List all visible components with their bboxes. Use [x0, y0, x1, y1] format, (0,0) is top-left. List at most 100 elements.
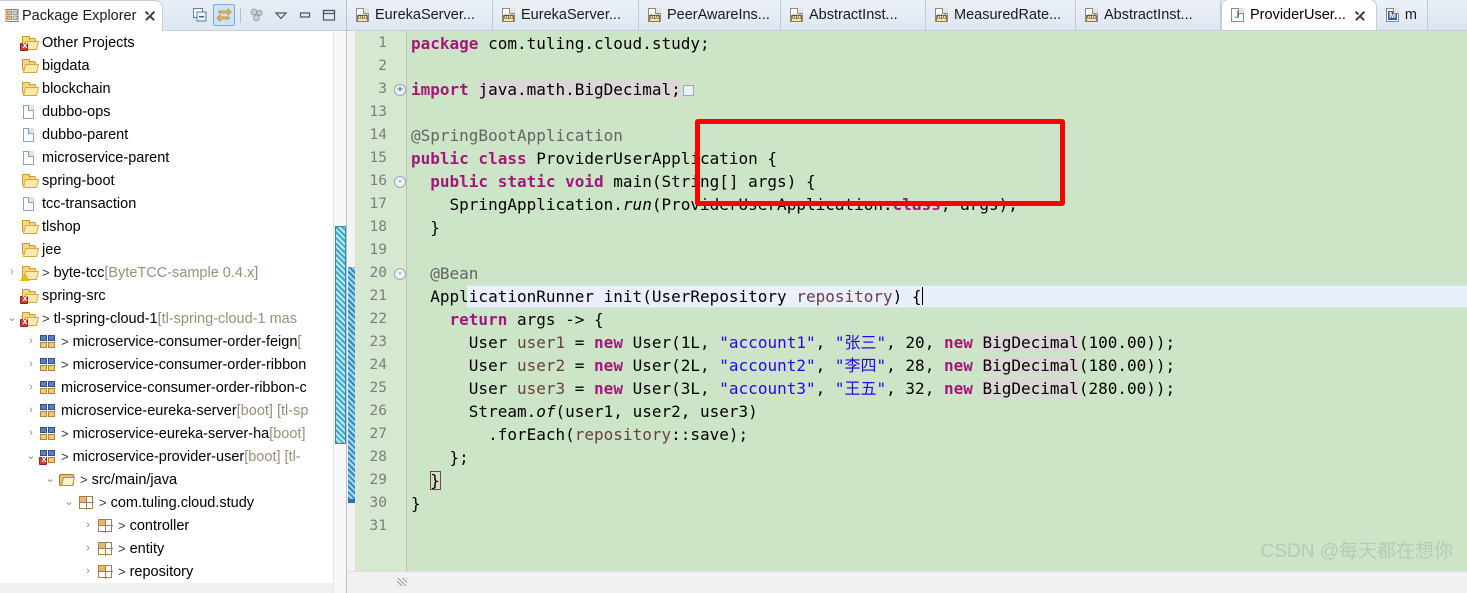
tree-item-spring-src[interactable]: spring-src: [0, 284, 346, 307]
tree-item-label: repository: [129, 563, 194, 580]
code-line[interactable]: User user1 = new User(1L, "account1", "张…: [411, 331, 1175, 354]
twisty-collapsed-icon[interactable]: ›: [80, 514, 96, 537]
code-line[interactable]: .forEach(repository::save);: [411, 423, 748, 446]
twisty-collapsed-icon[interactable]: [4, 77, 20, 100]
ms-project-icon: [39, 402, 57, 419]
twisty-collapsed-icon[interactable]: ›: [80, 537, 96, 560]
twisty-expanded-icon[interactable]: ⌄: [42, 468, 58, 491]
tree-item-tl-spring-cloud-1[interactable]: ⌄ >tl-spring-cloud-1 [tl-spring-cloud-1 m…: [0, 307, 346, 330]
tree-item-dubbo-parent[interactable]: dubbo-parent: [0, 123, 346, 146]
tree-item-byte-tcc[interactable]: › > byte-tcc [ByteTCC-sample 0.4.x]: [0, 261, 346, 284]
twisty-collapsed-icon[interactable]: ›: [23, 376, 39, 399]
tree-item-com-tuling-cloud-study[interactable]: ⌄ > com.tuling.cloud.study: [0, 491, 346, 514]
package-explorer-tree[interactable]: Other Projects bigdata blockchain dubbo-…: [0, 31, 346, 593]
tree-item-spring-boot[interactable]: spring-boot: [0, 169, 346, 192]
editor-tab-measuredrate--4[interactable]: 010 MeasuredRate...: [926, 0, 1076, 30]
focus-on-active-task-icon[interactable]: [246, 4, 268, 26]
tree-item-microservice-parent[interactable]: microservice-parent: [0, 146, 346, 169]
fold-collapse-icon[interactable]: -: [394, 268, 406, 280]
code-line[interactable]: public static void main(String[] args) {: [411, 170, 815, 193]
package-explorer-tab[interactable]: Package Explorer: [0, 0, 164, 31]
tree-item-microservice-eureka-server-ha[interactable]: › > microservice-eureka-server-ha [boot]: [0, 422, 346, 445]
tree-item-tcc-transaction[interactable]: tcc-transaction: [0, 192, 346, 215]
tree-item-blockchain[interactable]: blockchain: [0, 77, 346, 100]
explorer-vertical-scrollbar[interactable]: [333, 31, 346, 593]
collapse-all-icon[interactable]: [189, 4, 211, 26]
close-icon[interactable]: [143, 9, 156, 22]
tree-item-microservice-consumer-order-feign[interactable]: › > microservice-consumer-order-feign [: [0, 330, 346, 353]
twisty-collapsed-icon[interactable]: [4, 54, 20, 77]
editor-tab-abstractinst--5[interactable]: 010 AbstractInst...: [1076, 0, 1221, 30]
tree-item-entity[interactable]: › > entity: [0, 537, 346, 560]
twisty-collapsed-icon[interactable]: [4, 146, 20, 169]
twisty-collapsed-icon[interactable]: ›: [23, 399, 39, 422]
code-line[interactable]: package com.tuling.cloud.study;: [411, 32, 710, 55]
tree-item-jee[interactable]: jee: [0, 238, 346, 261]
editor-tab-m-7[interactable]: Mm: [1376, 0, 1428, 30]
collapsed-import-marker-icon[interactable]: [682, 85, 694, 96]
explorer-scrollbar-thumb[interactable]: [335, 226, 346, 444]
code-line[interactable]: @Bean: [411, 262, 478, 285]
fold-expand-icon[interactable]: +: [394, 84, 406, 96]
tree-item-bigdata[interactable]: bigdata: [0, 54, 346, 77]
twisty-collapsed-icon[interactable]: ›: [23, 422, 39, 445]
twisty-collapsed-icon[interactable]: [4, 169, 20, 192]
twisty-collapsed-icon[interactable]: [4, 192, 20, 215]
tree-item-tlshop[interactable]: tlshop: [0, 215, 346, 238]
code-line[interactable]: };: [411, 446, 469, 469]
tree-item-partial[interactable]: [0, 583, 346, 593]
fold-collapse-icon[interactable]: -: [394, 176, 406, 188]
twisty-collapsed-icon[interactable]: [4, 100, 20, 123]
code-text-area[interactable]: package com.tuling.cloud.study; import ja…: [407, 31, 1467, 571]
code-line[interactable]: public class ProviderUserApplication {: [411, 147, 777, 170]
editor-horizontal-scrollbar[interactable]: [347, 571, 1467, 593]
editor-tab-label: EurekaServer...: [521, 6, 621, 23]
tree-item-microservice-consumer-order-ribbon[interactable]: › > microservice-consumer-order-ribbon: [0, 353, 346, 376]
twisty-collapsed-icon[interactable]: [4, 31, 20, 54]
twisty-collapsed-icon[interactable]: ›: [4, 261, 20, 284]
tree-item-microservice-provider-user[interactable]: ⌄ >microservice-provider-user [boot] [tl-: [0, 445, 346, 468]
editor-tab-abstractinst--3[interactable]: 010 AbstractInst...: [781, 0, 926, 30]
twisty-collapsed-icon[interactable]: [4, 215, 20, 238]
folding-column[interactable]: + - -: [393, 31, 407, 571]
twisty-expanded-icon[interactable]: ⌄: [4, 307, 20, 330]
line-number: 17: [369, 196, 387, 212]
link-with-editor-icon[interactable]: [213, 4, 235, 26]
tree-item-microservice-eureka-server[interactable]: › microservice-eureka-server [boot] [tl-s…: [0, 399, 346, 422]
tree-item-src-main-java[interactable]: ⌄ > src/main/java: [0, 468, 346, 491]
code-editor[interactable]: 1 2 3 13 14 15 16 17 18 19 20 21 22 23 24 25 26 27 28 29 30 3…: [347, 31, 1467, 593]
twisty-collapsed-icon[interactable]: [4, 123, 20, 146]
code-line[interactable]: ApplicationRunner init(UserRepository re…: [411, 285, 924, 308]
code-line[interactable]: User user2 = new User(2L, "account2", "李…: [411, 354, 1175, 377]
editor-tab-eurekaserver--1[interactable]: 010 EurekaServer...: [493, 0, 639, 30]
tree-item-repository[interactable]: › > repository: [0, 560, 346, 583]
code-line[interactable]: Stream.of(user1, user2, user3): [411, 400, 758, 423]
editor-tab-eurekaserver--0[interactable]: 010 EurekaServer...: [347, 0, 493, 30]
view-menu-icon[interactable]: [270, 4, 292, 26]
code-line[interactable]: return args -> {: [411, 308, 604, 331]
editor-tab-peerawareins--2[interactable]: 010 PeerAwareIns...: [639, 0, 781, 30]
code-line[interactable]: @SpringBootApplication: [411, 124, 623, 147]
tree-item-microservice-consumer-order-ribbon-c[interactable]: › microservice-consumer-order-ribbon-c: [0, 376, 346, 399]
twisty-collapsed-icon[interactable]: ›: [80, 560, 96, 583]
code-line[interactable]: import java.math.BigDecimal;: [411, 78, 694, 101]
code-line[interactable]: }: [411, 469, 441, 492]
maximize-icon[interactable]: [318, 4, 340, 26]
code-line[interactable]: }: [411, 492, 421, 515]
twisty-collapsed-icon[interactable]: ›: [23, 330, 39, 353]
twisty-expanded-icon[interactable]: ⌄: [61, 491, 77, 514]
tree-item-dubbo-ops[interactable]: dubbo-ops: [0, 100, 346, 123]
twisty-collapsed-icon[interactable]: ›: [23, 353, 39, 376]
code-line[interactable]: SpringApplication.run(ProviderUserApplic…: [411, 193, 1018, 216]
code-line[interactable]: }: [411, 216, 440, 239]
twisty-expanded-icon[interactable]: ⌄: [23, 445, 39, 468]
twisty-collapsed-icon[interactable]: [4, 284, 20, 307]
line-number: 30: [369, 495, 387, 511]
minimize-icon[interactable]: [294, 4, 316, 26]
code-line[interactable]: User user3 = new User(3L, "account3", "王…: [411, 377, 1175, 400]
close-icon[interactable]: [1354, 9, 1366, 21]
tree-item-other-projects[interactable]: Other Projects: [0, 31, 346, 54]
twisty-collapsed-icon[interactable]: [4, 238, 20, 261]
editor-tab-provideruser--6[interactable]: J ProviderUser...: [1221, 0, 1377, 30]
tree-item-controller[interactable]: › > controller: [0, 514, 346, 537]
